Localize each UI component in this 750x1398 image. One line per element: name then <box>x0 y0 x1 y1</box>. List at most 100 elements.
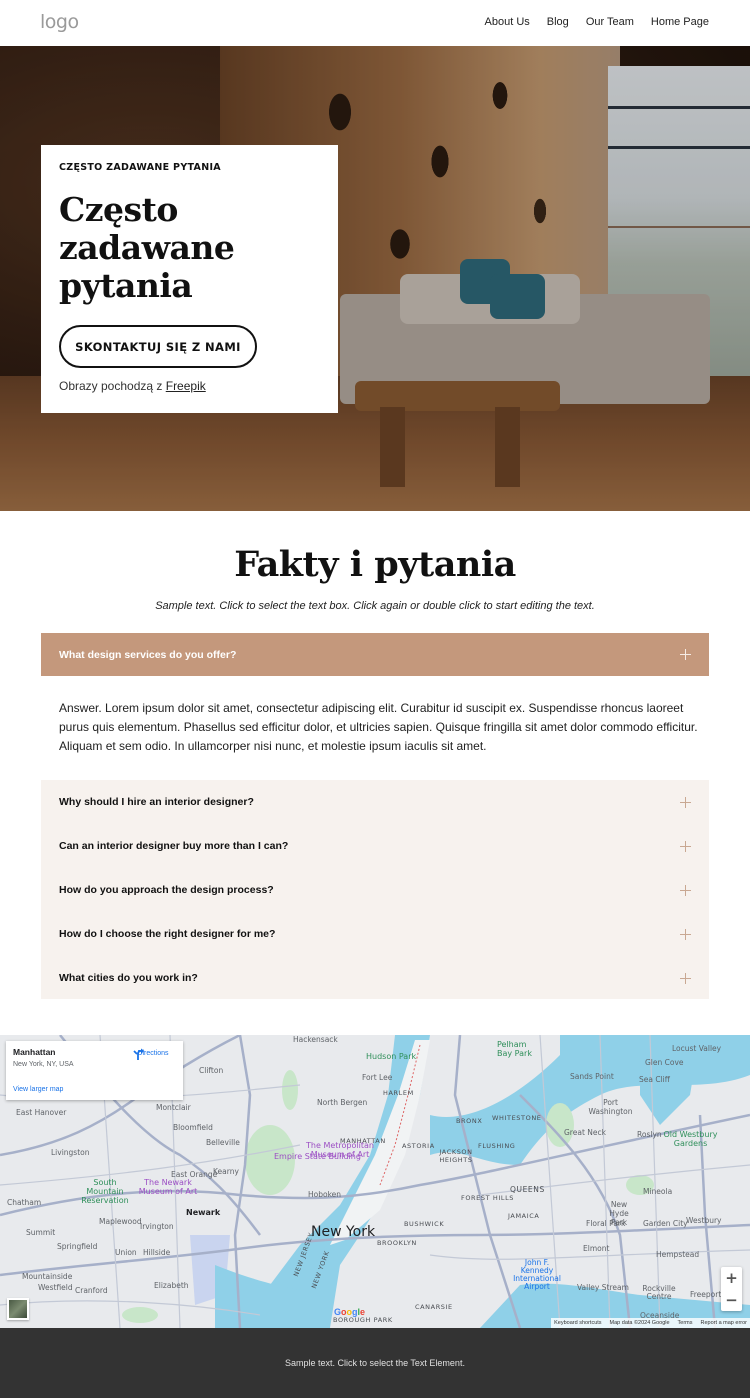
map-label: Pelham Bay Park <box>497 1040 532 1058</box>
faq-title: Fakty i pytania <box>234 544 516 585</box>
map-label: Glen Cove <box>645 1058 684 1067</box>
map-label: Cranford <box>75 1286 108 1295</box>
map-label: Chatham <box>7 1198 42 1207</box>
map-label: Union <box>115 1248 137 1257</box>
faq-subtitle: Sample text. Click to select the text bo… <box>155 600 595 612</box>
map-label: FLUSHING <box>478 1142 516 1150</box>
map-label: Freeport <box>690 1290 722 1299</box>
zoom-out-button[interactable]: − <box>721 1289 742 1311</box>
faq-item[interactable]: How do you approach the design process? <box>41 868 709 912</box>
map-label: WHITESTONE <box>492 1114 542 1122</box>
map-label: Maplewood <box>99 1217 142 1226</box>
faq-item[interactable]: How do I choose the right designer for m… <box>41 912 709 956</box>
map-label: CANARSIE <box>415 1303 453 1311</box>
map-label: JAMAICA <box>508 1212 540 1220</box>
faq-answer: Answer. Lorem ipsum dolor sit amet, cons… <box>59 701 698 753</box>
map-label: The Newark Museum of Art <box>138 1178 198 1196</box>
map-info-card: Manhattan New York, NY, USA View larger … <box>6 1041 183 1100</box>
faq-question: Can an interior designer buy more than I… <box>59 840 289 852</box>
map-label: Hoboken <box>308 1190 342 1199</box>
keyboard-shortcuts-link[interactable]: Keyboard shortcuts <box>554 1320 601 1326</box>
plus-icon <box>680 884 691 896</box>
map-label: Valley Stream <box>577 1283 629 1292</box>
report-map-error-link[interactable]: Report a map error <box>701 1320 747 1326</box>
map-place-address: New York, NY, USA <box>13 1061 74 1068</box>
terms-link[interactable]: Terms <box>678 1320 693 1326</box>
contact-us-button[interactable]: SKONTAKTUJ SIĘ Z NAMI <box>59 325 257 368</box>
nav-link-about-us[interactable]: About Us <box>485 16 530 28</box>
google-logo: Google <box>334 1307 366 1317</box>
satellite-toggle[interactable] <box>7 1298 29 1320</box>
plus-icon <box>680 649 691 660</box>
faq-question: What cities do you work in? <box>59 972 198 984</box>
freepik-link[interactable]: Freepik <box>166 379 206 393</box>
view-larger-map-link[interactable]: View larger map <box>13 1086 63 1093</box>
hero-title: Często zadawane pytania <box>59 190 235 305</box>
map-label: Sea Cliff <box>639 1075 670 1084</box>
map-label: Elizabeth <box>154 1281 189 1290</box>
hero-section: CZĘSTO ZADAWANE PYTANIA Często zadawane … <box>0 46 750 511</box>
map-label: Hackensack <box>293 1035 338 1044</box>
map-label: JACKSON HEIGHTS <box>439 1148 473 1164</box>
map-label: East Hanover <box>16 1108 67 1117</box>
map-label: South Mountain Reservation <box>81 1178 129 1205</box>
map-label: Springfield <box>57 1242 98 1251</box>
hero-eyebrow: CZĘSTO ZADAWANE PYTANIA <box>59 162 221 173</box>
faq-item-active[interactable]: What design services do you offer? <box>41 633 709 676</box>
map-data-text: Map data ©2024 Google <box>609 1320 670 1326</box>
plus-icon <box>680 796 691 808</box>
map-label: North Bergen <box>317 1098 368 1107</box>
map-label: Bloomfield <box>173 1123 213 1132</box>
faq-item[interactable]: Can an interior designer buy more than I… <box>41 824 709 868</box>
map-label: Westbury <box>686 1216 722 1225</box>
map-label: John F. Kennedy International Airport <box>513 1258 561 1291</box>
map-label: Elmont <box>583 1244 610 1253</box>
faq-item[interactable]: Why should I hire an interior designer? <box>41 780 709 824</box>
plus-icon <box>680 840 691 852</box>
map-label: Livingston <box>51 1148 90 1157</box>
map-label: BRONX <box>456 1117 483 1125</box>
map-label: Old Westbury Gardens <box>663 1130 718 1148</box>
map-label: Great Neck <box>564 1128 606 1137</box>
map-label: Hudson Park <box>366 1052 417 1061</box>
map-label: BOROUGH PARK <box>333 1316 393 1324</box>
nav-link-our-team[interactable]: Our Team <box>586 16 634 28</box>
map-label: Empire State Building <box>274 1152 361 1161</box>
map-label: Montclair <box>156 1103 191 1112</box>
faq-item[interactable]: What cities do you work in? <box>41 956 709 1000</box>
nav-link-blog[interactable]: Blog <box>547 16 569 28</box>
embedded-map[interactable]: New York MANHATTAN HARLEM ASTORIA JACKSO… <box>0 1035 750 1328</box>
map-label: FOREST HILLS <box>461 1194 515 1202</box>
map-zoom-controls: + − <box>721 1267 742 1311</box>
map-label: Kearny <box>213 1167 239 1176</box>
map-label: Clifton <box>199 1066 224 1075</box>
map-label: Floral Park <box>586 1219 626 1228</box>
faq-question: Why should I hire an interior designer? <box>59 796 254 808</box>
map-label: Newark <box>186 1208 221 1217</box>
zoom-in-button[interactable]: + <box>721 1267 742 1289</box>
map-label: BUSHWICK <box>404 1220 445 1228</box>
map-label: Fort Lee <box>362 1073 393 1082</box>
site-footer: Sample text. Click to select the Text El… <box>0 1328 750 1398</box>
plus-icon <box>680 928 691 940</box>
faq-question: What design services do you offer? <box>59 648 237 661</box>
faq-question: How do I choose the right designer for m… <box>59 928 276 940</box>
site-header: logo About Us Blog Our Team Home Page <box>0 0 750 46</box>
hero-card: CZĘSTO ZADAWANE PYTANIA Często zadawane … <box>41 145 338 413</box>
map-label: Port Washington <box>588 1098 633 1116</box>
map-label: Rockville Centre <box>642 1284 676 1301</box>
map-label: Irvington <box>140 1222 174 1231</box>
image-credit: Obrazy pochodzą z Freepik <box>59 379 206 393</box>
map-label: Belleville <box>206 1138 240 1147</box>
nav-link-home-page[interactable]: Home Page <box>651 16 709 28</box>
directions-button[interactable]: Directions <box>133 1048 173 1060</box>
map-label: Hempstead <box>656 1250 700 1259</box>
map-label: Hillside <box>143 1248 171 1257</box>
map-label-new-york: New York <box>311 1224 376 1240</box>
faq-question: How do you approach the design process? <box>59 884 274 896</box>
map-label: Sands Point <box>570 1072 614 1081</box>
map-label: Locust Valley <box>672 1044 722 1053</box>
logo[interactable]: logo <box>40 11 79 33</box>
map-label: HARLEM <box>383 1089 414 1097</box>
plus-icon <box>680 972 691 984</box>
